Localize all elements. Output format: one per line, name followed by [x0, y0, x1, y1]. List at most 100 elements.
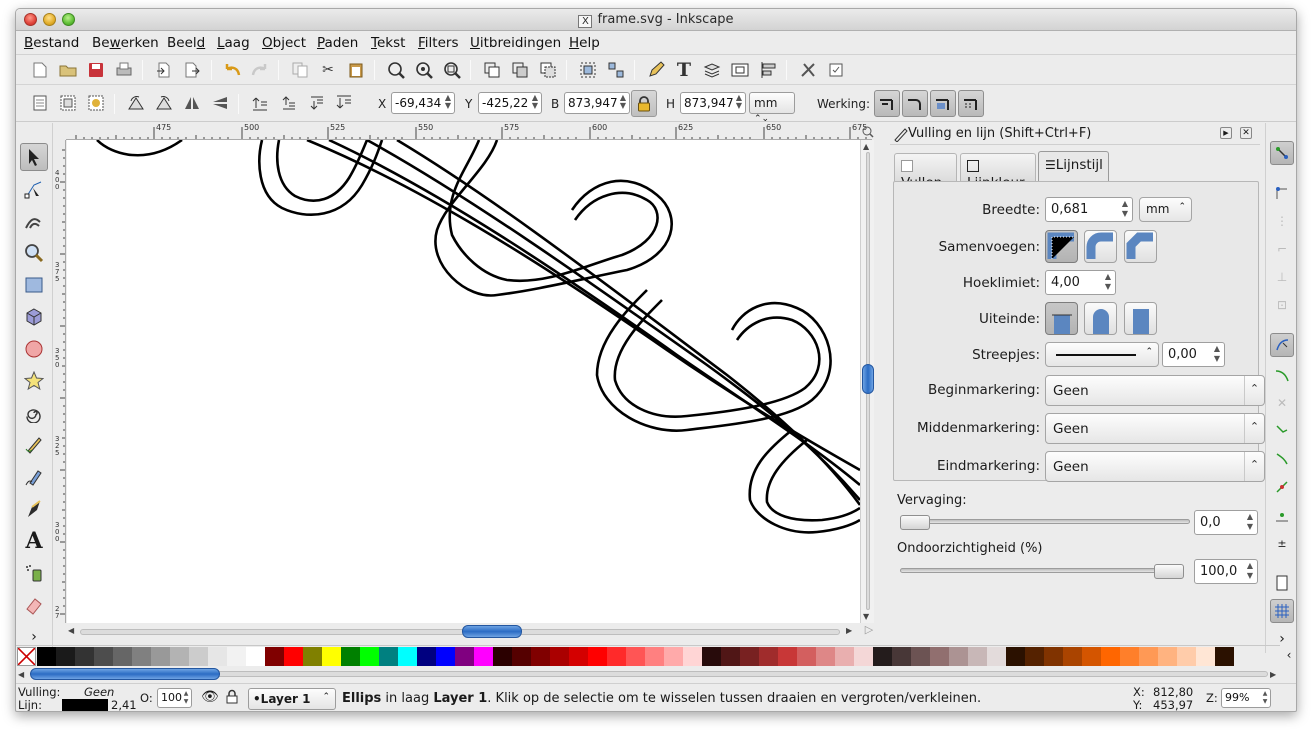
palette-swatch[interactable] — [797, 647, 816, 666]
zoom-corner-icon[interactable] — [860, 123, 876, 140]
tab-stroke-paint[interactable]: Lijnkleur — [960, 153, 1036, 191]
palette-swatch[interactable] — [493, 647, 512, 666]
blur-slider-knob[interactable] — [900, 515, 930, 530]
palette-swatch[interactable] — [474, 647, 493, 666]
menu-tekst[interactable]: Tekst — [371, 35, 405, 51]
tab-stroke-style[interactable]: ☰Lijnstijl — [1038, 151, 1109, 181]
palette-swatch[interactable] — [854, 647, 873, 666]
start-marker-select[interactable]: Geen ⌃ — [1045, 375, 1265, 406]
palette-scrollbar[interactable]: ◀ ▶ — [16, 667, 1280, 682]
palette-swatch[interactable] — [94, 647, 113, 666]
opacity-input[interactable]: 100,0 ▲ ▼ — [1194, 559, 1258, 584]
stroke-color-swatch[interactable] — [62, 699, 108, 711]
palette-swatch[interactable] — [132, 647, 151, 666]
preferences-icon[interactable] — [798, 60, 818, 80]
palette-menu-chevron-icon[interactable]: ‹ — [1282, 645, 1296, 666]
lower-icon[interactable] — [306, 93, 326, 113]
palette-swatch[interactable] — [379, 647, 398, 666]
fill-status-value[interactable]: Geen — [84, 685, 114, 699]
snap-midpoints-icon[interactable] — [1270, 475, 1294, 499]
zoom-spinbox[interactable]: 99% ▲ ▼ — [1221, 688, 1271, 708]
calligraphy-tool[interactable] — [20, 495, 48, 523]
drawing-canvas[interactable] — [67, 140, 860, 623]
palette-swatch[interactable] — [626, 647, 645, 666]
join-bevel-button[interactable] — [1124, 230, 1157, 263]
ellipse-tool[interactable] — [20, 335, 48, 363]
snap-cusp-nodes-icon[interactable] — [1270, 419, 1294, 443]
mid-marker-select[interactable]: Geen ⌃ — [1045, 413, 1265, 444]
snap-bbox-center-icon[interactable]: ⊡ — [1270, 293, 1294, 317]
palette-swatch[interactable] — [170, 647, 189, 666]
menu-help[interactable]: Help — [569, 35, 600, 51]
cap-butt-button[interactable] — [1045, 302, 1078, 335]
snap-bbox-corner-icon[interactable]: ⌐ — [1270, 237, 1294, 261]
palette-swatch[interactable] — [189, 647, 208, 666]
align-distribute-icon[interactable] — [758, 60, 778, 80]
dash-pattern-select[interactable]: ⌃ — [1045, 342, 1159, 367]
scroll-left-icon[interactable]: ◀ — [68, 626, 74, 635]
snap-nodes-icon[interactable] — [1270, 333, 1294, 357]
cap-round-button[interactable] — [1084, 302, 1117, 335]
dash-offset-input[interactable]: 0,00 ▲ ▼ — [1162, 342, 1225, 367]
join-miter-button[interactable] — [1045, 230, 1078, 263]
palette-swatch[interactable] — [417, 647, 436, 666]
menu-beeld[interactable]: Beeld — [167, 35, 205, 51]
zoom-page-icon[interactable] — [442, 60, 462, 80]
vertical-scrollbar[interactable]: ▲ ▼ — [860, 140, 874, 623]
ungroup-icon[interactable] — [606, 60, 626, 80]
redo-icon[interactable] — [250, 60, 270, 80]
eraser-tool[interactable] — [20, 591, 48, 619]
snap-bbox-icon[interactable] — [1270, 181, 1294, 205]
cap-square-button[interactable] — [1124, 302, 1157, 335]
zoom-selection-icon[interactable] — [386, 60, 406, 80]
palette-swatch[interactable] — [208, 647, 227, 666]
palette-swatch[interactable] — [987, 647, 1006, 666]
selector-tool[interactable] — [20, 143, 48, 171]
print-icon[interactable] — [114, 60, 134, 80]
document-properties-icon[interactable] — [730, 60, 750, 80]
export-icon[interactable] — [182, 60, 202, 80]
palette-swatch[interactable] — [56, 647, 75, 666]
copy-icon[interactable] — [290, 60, 310, 80]
palette-swatch[interactable] — [512, 647, 531, 666]
scroll-up-icon[interactable]: ▲ — [863, 142, 869, 151]
palette-swatch[interactable] — [1025, 647, 1044, 666]
blur-slider-track[interactable] — [900, 519, 1190, 524]
undo-icon[interactable] — [222, 60, 242, 80]
pen-tool[interactable] — [20, 463, 48, 491]
opacity-slider-track[interactable] — [900, 568, 1184, 573]
palette-swatch[interactable] — [1044, 647, 1063, 666]
scroll-right-icon[interactable]: ▶ — [846, 626, 852, 635]
open-folder-icon[interactable] — [58, 60, 78, 80]
snap-object-center-icon[interactable] — [1270, 503, 1294, 527]
palette-swatch[interactable] — [873, 647, 892, 666]
menu-object[interactable]: Object — [262, 35, 306, 51]
horizontal-scrollbar[interactable]: ◀ ▶ — [66, 623, 860, 641]
snap-bbox-edge-icon[interactable]: ⋮ — [1270, 209, 1294, 233]
scroll-left-icon[interactable]: ◀ — [18, 670, 24, 679]
palette-swatch[interactable] — [550, 647, 569, 666]
vertical-scroll-thumb[interactable] — [862, 364, 874, 394]
palette-swatch[interactable] — [37, 647, 56, 666]
raise-icon[interactable] — [278, 93, 298, 113]
scroll-down-icon[interactable]: ▼ — [863, 612, 869, 621]
snap-paths-icon[interactable] — [1270, 363, 1294, 387]
palette-swatch[interactable] — [721, 647, 740, 666]
width-spinbox[interactable]: 873,947 ▲ ▼ — [564, 92, 630, 114]
palette-swatch[interactable] — [531, 647, 550, 666]
palette-swatch[interactable] — [455, 647, 474, 666]
xml-editor-icon[interactable] — [646, 60, 666, 80]
group-icon[interactable] — [578, 60, 598, 80]
palette-swatch[interactable] — [398, 647, 417, 666]
raise-to-top-icon[interactable] — [250, 93, 270, 113]
deselect-icon[interactable] — [86, 93, 106, 113]
snap-intersections-icon[interactable]: ✕ — [1270, 391, 1294, 415]
palette-swatch[interactable] — [740, 647, 759, 666]
palette-swatch[interactable] — [1063, 647, 1082, 666]
select-all-icon[interactable] — [30, 93, 50, 113]
palette-swatch[interactable] — [1006, 647, 1025, 666]
import-icon[interactable] — [154, 60, 174, 80]
opacity-status-spinbox[interactable]: 100 ▲ ▼ — [157, 688, 192, 708]
palette-swatch[interactable] — [1196, 647, 1215, 666]
menu-filters[interactable]: Filters — [418, 35, 458, 51]
